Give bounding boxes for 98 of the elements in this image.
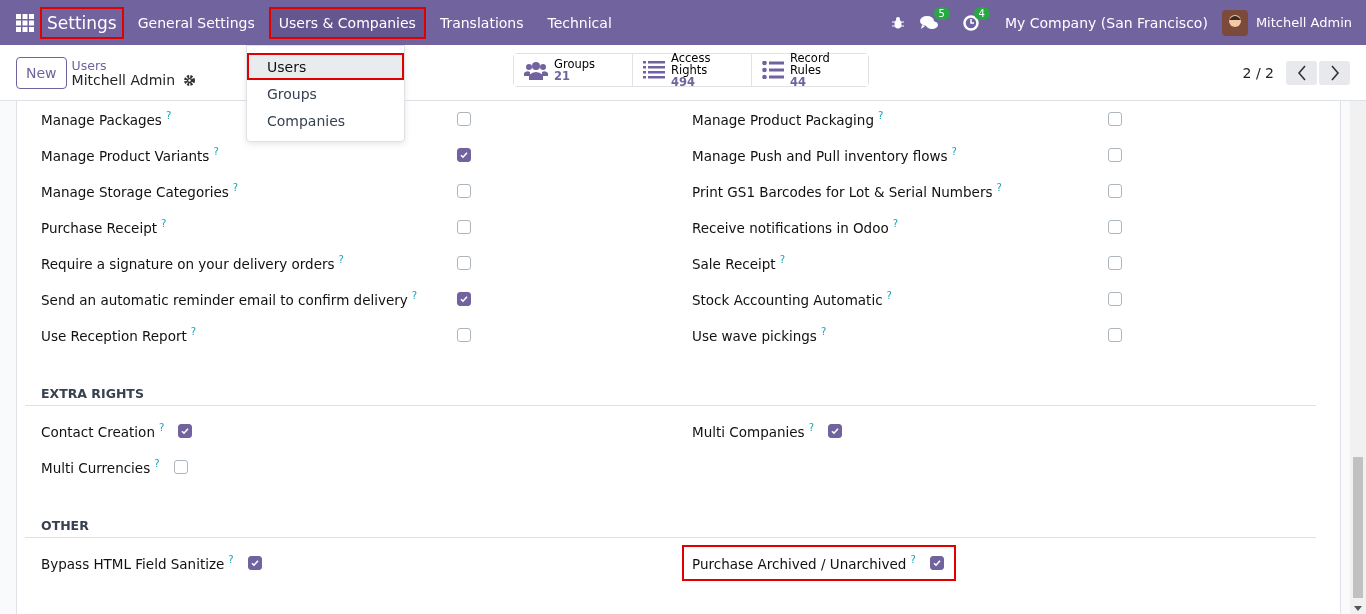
checkbox[interactable] (1108, 292, 1122, 306)
setting-label: Purchase Receipt $^{?}$ (41, 218, 167, 236)
menu-item[interactable]: Users & Companies (268, 6, 426, 39)
chevron-right-icon (1329, 64, 1340, 81)
help-tooltip-icon[interactable]: ? (161, 218, 167, 230)
dropdown-item[interactable]: Groups (247, 80, 404, 107)
checkbox[interactable] (247, 556, 262, 570)
setting-label: Require a signature on your delivery orders $^{?}$ (41, 254, 344, 272)
checkbox[interactable] (173, 460, 188, 474)
bullet-list-icon (762, 61, 784, 79)
setting-label: Multi Currencies $^{?}$ (41, 458, 160, 476)
scrollbar[interactable] (1350, 101, 1366, 614)
dropdown-item[interactable]: Users (247, 53, 404, 80)
help-tooltip-icon[interactable]: ? (951, 146, 957, 158)
check-icon (459, 150, 469, 160)
checkbox[interactable] (457, 112, 471, 126)
gear-icon[interactable] (183, 73, 197, 87)
help-tooltip-icon[interactable]: ? (808, 422, 814, 434)
section-heading: EXTRA RIGHTS (25, 383, 1316, 406)
help-tooltip-icon[interactable]: ? (338, 254, 344, 266)
checkbox[interactable] (457, 220, 471, 234)
check-icon (249, 558, 260, 568)
help-tooltip-icon[interactable]: ? (996, 182, 1002, 194)
help-tooltip-icon[interactable]: ? (411, 290, 418, 302)
record-name: Mitchell Admin (71, 72, 176, 88)
setting-label: Contact Creation $^{?}$ (41, 422, 165, 440)
chevron-left-icon (1296, 64, 1307, 81)
checkbox[interactable] (457, 184, 471, 198)
help-tooltip-icon[interactable]: ? (886, 290, 892, 302)
checkbox[interactable] (827, 424, 842, 438)
help-tooltip-icon[interactable]: ? (213, 146, 219, 158)
clock-icon[interactable] (962, 14, 979, 31)
setting-label: Manage Storage Categories $^{?}$ (41, 182, 239, 200)
pager-value: 2 / 2 (1242, 64, 1274, 81)
checkbox[interactable] (457, 148, 471, 162)
new-button[interactable]: New (16, 56, 67, 89)
next-button[interactable] (1319, 60, 1350, 85)
users-icon (524, 60, 548, 80)
setting-label: Manage Packages $^{?}$ (41, 110, 172, 128)
help-tooltip-icon[interactable]: ? (228, 554, 234, 566)
setting-label: Sale Receipt $^{?}$ (692, 254, 785, 272)
help-tooltip-icon[interactable]: ? (878, 110, 884, 122)
checkbox[interactable] (929, 556, 944, 570)
menu-item[interactable]: General Settings (127, 6, 265, 39)
checkbox[interactable] (1108, 112, 1122, 126)
breadcrumb-link[interactable]: Users (71, 57, 197, 73)
help-tooltip-icon[interactable]: ? (820, 326, 827, 338)
dropdown-item[interactable]: Companies (247, 107, 404, 134)
help-tooltip-icon[interactable]: ? (158, 422, 165, 434)
setting-label: Send an automatic reminder email to confirm delivery $^{?}$ (41, 290, 418, 308)
avatar-icon[interactable] (1221, 9, 1248, 36)
menu-item[interactable]: Translations (429, 6, 534, 39)
setting-label: Multi Companies $^{?}$ (692, 422, 814, 440)
help-tooltip-icon[interactable]: ? (165, 110, 172, 122)
setting-label: Use Reception Report $^{?}$ (41, 326, 197, 344)
setting-label: Manage Product Packaging $^{?}$ (692, 110, 884, 128)
setting-label: Stock Accounting Automatic $^{?}$ (692, 290, 892, 308)
chat-icon[interactable] (918, 14, 939, 31)
checkbox[interactable] (1108, 328, 1122, 342)
help-tooltip-icon[interactable]: ? (154, 458, 160, 470)
help-tooltip-icon[interactable]: ? (910, 554, 916, 566)
setting-label: Manage Product Variants $^{?}$ (41, 146, 219, 164)
help-tooltip-icon[interactable]: ? (779, 254, 785, 266)
setting-label: Purchase Archived / Unarchived $^{?}$ (692, 554, 916, 572)
activity-count-badge: 4 (973, 6, 990, 20)
scrollbar-thumb[interactable] (1353, 457, 1363, 598)
check-icon (180, 426, 191, 436)
check-icon (931, 558, 942, 568)
setting-label: Use wave pickings $^{?}$ (692, 326, 827, 344)
checkbox[interactable] (1108, 184, 1122, 198)
check-icon (459, 294, 469, 304)
scroll-down-icon[interactable] (1354, 606, 1362, 611)
setting-label: Bypass HTML Field Sanitize $^{?}$ (41, 554, 234, 572)
checkbox[interactable] (457, 328, 471, 342)
setting-label: Manage Push and Pull inventory flows $^{?}$ (692, 146, 957, 164)
section-heading: OTHER (25, 515, 1316, 538)
setting-label: Print GS1 Barcodes for Lot & Serial Numbers $^{?}$ (692, 182, 1002, 200)
user-name[interactable]: Mitchell Admin (1255, 15, 1352, 30)
list-icon (643, 61, 665, 79)
checkbox[interactable] (457, 256, 471, 270)
app-title[interactable]: Settings (40, 6, 124, 39)
checkbox[interactable] (1108, 148, 1122, 162)
bug-icon[interactable] (890, 15, 905, 30)
message-count-badge: 5 (933, 6, 950, 20)
checkbox[interactable] (1108, 220, 1122, 234)
help-tooltip-icon[interactable]: ? (892, 218, 898, 230)
checkbox[interactable] (457, 292, 471, 306)
company-switcher[interactable]: My Company (San Francisco) (1004, 14, 1208, 31)
help-tooltip-icon[interactable]: ? (232, 182, 239, 194)
check-icon (829, 426, 840, 436)
help-tooltip-icon[interactable]: ? (190, 326, 197, 338)
apps-menu-icon[interactable] (16, 13, 34, 32)
checkbox[interactable] (178, 424, 193, 438)
checkbox[interactable] (1108, 256, 1122, 270)
menu-item[interactable]: Technical (537, 6, 622, 39)
setting-label: Receive notifications in Odoo $^{?}$ (692, 218, 898, 236)
previous-button[interactable] (1286, 60, 1317, 85)
smart-button[interactable]: Groups 21 (514, 54, 633, 86)
